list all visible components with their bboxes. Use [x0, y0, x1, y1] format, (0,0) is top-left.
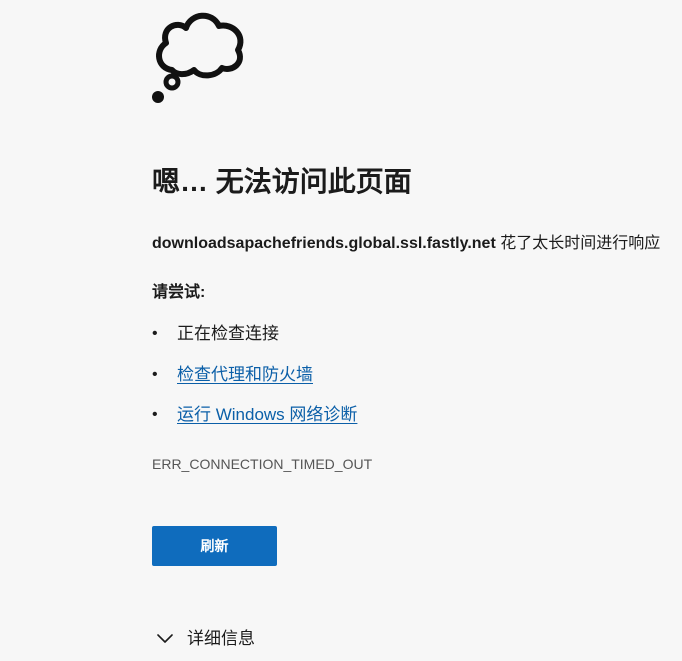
network-diagnostics-link[interactable]: 运行 Windows 网络诊断	[177, 405, 357, 424]
try-heading: 请尝试:	[152, 284, 206, 301]
error-code: ERR_CONNECTION_TIMED_OUT	[152, 456, 373, 472]
bullet: •	[152, 406, 158, 423]
suggestion-check-connection: 正在检查连接	[177, 324, 279, 343]
details-toggle[interactable]: 详细信息	[156, 625, 255, 653]
host-message: 花了太长时间进行响应	[500, 235, 661, 252]
bullet: •	[152, 365, 158, 383]
thought-cloud-icon	[152, 12, 244, 103]
host-name: downloadsapachefriends.global.ssl.fastly…	[152, 235, 496, 252]
details-label: 详细信息	[187, 629, 255, 648]
check-proxy-firewall-link[interactable]: 检查代理和防火墙	[177, 365, 313, 384]
error-description: downloadsapachefriends.global.ssl.fastly…	[152, 232, 682, 256]
bullet: •	[152, 325, 158, 342]
page-title: 嗯… 无法访问此页面	[152, 166, 412, 197]
chevron-down-icon	[157, 634, 173, 643]
error-page: 嗯… 无法访问此页面 downloadsapachefriends.global…	[0, 0, 682, 661]
refresh-button[interactable]: 刷新	[152, 526, 277, 566]
